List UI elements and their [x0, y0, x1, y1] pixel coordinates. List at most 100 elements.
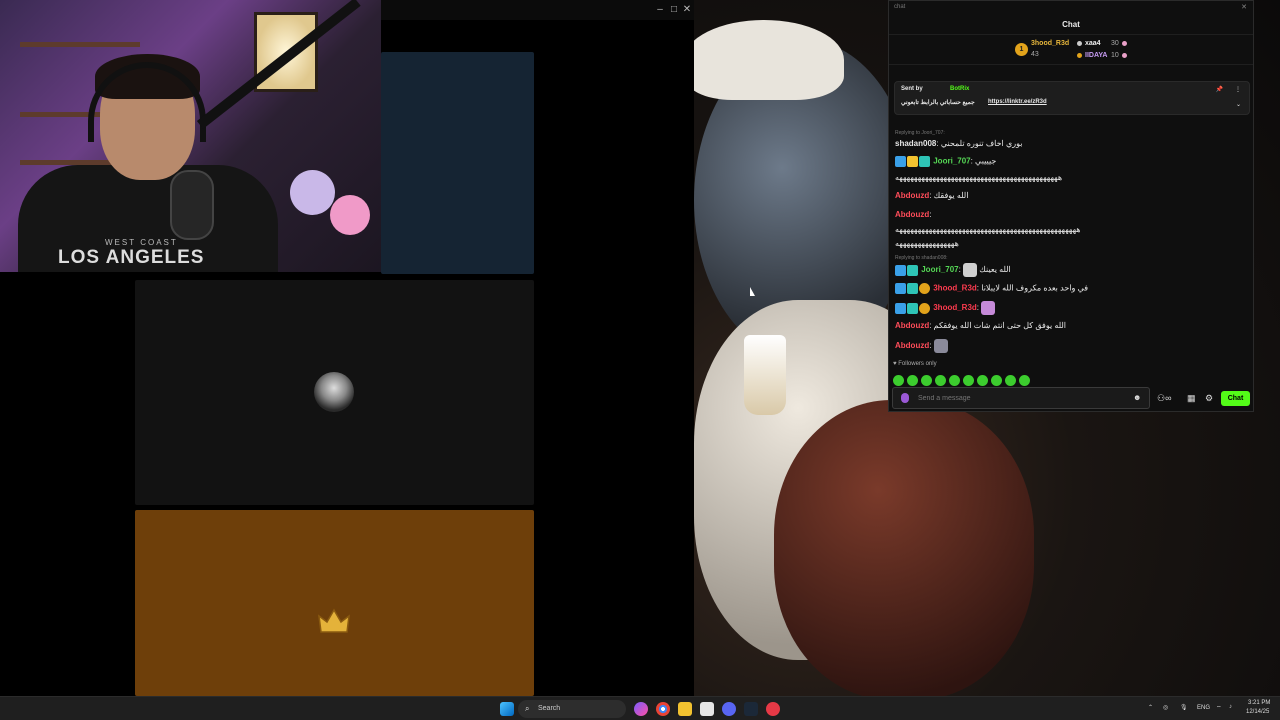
desktop: WEST COAST LOS ANGELES – □ ✕ chat ✕ Chat …: [0, 0, 1280, 720]
users-icon[interactable]: ⚇∞: [1157, 393, 1171, 404]
badge-icon: [895, 283, 906, 294]
chat-leaderboard: 1 3hood_R3d 43 xaa4 30 IIDAYA 10: [889, 35, 1253, 65]
chat-message: هههههههههههههههههههههههههههههههههههههههه…: [895, 225, 1081, 234]
obs-icon[interactable]: [766, 702, 780, 716]
badge-icon: [895, 156, 906, 167]
coin-icon: [1077, 53, 1082, 58]
steam-icon[interactable]: [744, 702, 758, 716]
chat-message-input[interactable]: [892, 387, 1150, 409]
badge-icon: [907, 264, 918, 276]
chat-text: الله يوفقك: [933, 191, 969, 200]
art-coffee-cup: [744, 335, 786, 415]
wifi-icon[interactable]: ⌔: [1216, 704, 1222, 712]
maximize-icon[interactable]: □: [668, 4, 680, 16]
video-tile-user[interactable]: [135, 280, 534, 505]
chat-username[interactable]: 3hood_R3d: [933, 303, 977, 312]
search-icon: ⌕: [525, 704, 530, 713]
pin-sent-by-label: Sent by: [901, 86, 923, 92]
video-tile-crown[interactable]: [135, 510, 534, 696]
chat-message: ههههههههههههههههه: [895, 239, 959, 248]
gear-icon[interactable]: ⚙: [1205, 393, 1213, 404]
emote-icon[interactable]: [907, 375, 918, 387]
microphone-icon[interactable]: [901, 393, 909, 403]
badge-icon: [907, 283, 918, 294]
chat-title: Chat: [889, 15, 1253, 35]
emote-icon[interactable]: [893, 375, 904, 387]
more-icon[interactable]: ⋮: [1235, 86, 1241, 93]
chat-username[interactable]: Abdouzd: [895, 321, 929, 330]
search-label: Search: [538, 705, 561, 712]
send-chat-button[interactable]: Chat: [1221, 391, 1250, 406]
emote-icon[interactable]: [1019, 375, 1030, 387]
badge-icon: [907, 302, 918, 314]
chat-username[interactable]: Joori_707: [921, 265, 958, 274]
chevron-up-icon[interactable]: ⌃: [1148, 704, 1153, 711]
emote-icon[interactable]: [921, 375, 932, 387]
chat-username[interactable]: shadan008: [895, 139, 936, 148]
video-tile-top[interactable]: [381, 52, 534, 274]
microphone: [170, 170, 214, 240]
clock-time[interactable]: 3:21 PM: [1248, 700, 1270, 706]
microphone-icon[interactable]: 🎙: [1180, 704, 1188, 711]
clock-date[interactable]: 12/14/25: [1246, 709, 1269, 715]
badge-icon: [919, 283, 930, 294]
chat-text: الله يعينك: [979, 265, 1011, 275]
chat-username[interactable]: Abdouzd: [895, 210, 929, 219]
discord-icon[interactable]: [722, 702, 736, 716]
folder-icon[interactable]: [678, 702, 692, 716]
leader-name-1[interactable]: 3hood_R3d: [1031, 40, 1069, 47]
chat-message: Joori_707: الله يعينك: [895, 263, 1011, 277]
chat-text: هههههههههههههههههههههههههههههههههههههههه…: [895, 173, 1063, 182]
chat-text: هههههههههههههههههههههههههههههههههههههههه…: [895, 225, 1081, 234]
store-icon[interactable]: ▦: [1187, 393, 1196, 404]
coin-icon: [1122, 53, 1127, 58]
pin-link[interactable]: https://linktr.ee/zR3d: [988, 99, 1047, 105]
pin-sender[interactable]: BotRix: [950, 86, 969, 92]
chat-username[interactable]: Abdouzd: [895, 191, 929, 200]
chat-username[interactable]: 3hood_R3d: [933, 284, 977, 293]
chat-message: Abdouzd: الله يوفقك: [895, 191, 969, 200]
followers-only-label: Followers only: [898, 361, 937, 367]
chat-message: Abdouzd:: [895, 339, 948, 353]
taskbar-search[interactable]: ⌕ Search: [518, 700, 626, 718]
chat-username[interactable]: Abdouzd: [895, 341, 929, 350]
chrome-icon[interactable]: [656, 702, 670, 716]
chat-popout-titlebar: chat ✕: [894, 3, 1247, 11]
emote-icon[interactable]: [963, 375, 974, 387]
emote-icon[interactable]: [935, 375, 946, 387]
volume-icon[interactable]: ♪: [1229, 704, 1232, 710]
store-icon[interactable]: [700, 702, 714, 716]
taskbar: ⌕ Search ⌃ ◎ 🎙 ENG ⌔ ♪ 3:21 PM 12/14/25: [0, 696, 1280, 720]
chat-message: shadan008: بوري اخاف تنوره تلمحني: [895, 139, 1023, 148]
coin-icon: [1122, 41, 1127, 46]
followers-only-notice: ♥ Followers only: [893, 361, 937, 367]
start-button[interactable]: [500, 702, 514, 716]
crown-icon: [318, 608, 350, 633]
gift-icon: [1077, 41, 1082, 46]
close-icon[interactable]: ✕: [1241, 3, 1247, 11]
leader-name-3[interactable]: IIDAYA: [1085, 52, 1107, 59]
chevron-down-icon[interactable]: ⌄: [1236, 101, 1241, 108]
emote-icon[interactable]: [977, 375, 988, 387]
pin-icon[interactable]: 📌: [1216, 86, 1223, 93]
minimize-icon[interactable]: –: [654, 4, 666, 16]
emote-icon[interactable]: [991, 375, 1002, 387]
app-tray-icon[interactable]: ◎: [1163, 704, 1168, 711]
reply-context: Replying to Joori_707:: [895, 130, 945, 136]
pinned-message[interactable]: Sent by BotRix جميع حساباتي بالرابط تابع…: [894, 81, 1250, 115]
emoji-icon[interactable]: ☻: [1133, 393, 1141, 402]
badge-icon: [895, 264, 906, 276]
chat-message: Joori_707: جيييبي: [895, 156, 996, 167]
leader-name-2[interactable]: xaa4: [1085, 40, 1101, 47]
leader-points-1: 43: [1031, 51, 1039, 58]
emote-icon: [963, 263, 978, 277]
call-window-titlebar: – □ ✕: [381, 0, 694, 20]
emote-icon[interactable]: [1005, 375, 1016, 387]
chat-panel: chat ✕ Chat 1 3hood_R3d 43 xaa4 30 IIDAYA…: [888, 0, 1254, 412]
leader-points-2: 30: [1111, 40, 1119, 47]
close-icon[interactable]: ✕: [681, 4, 693, 16]
language-indicator[interactable]: ENG: [1197, 705, 1210, 711]
emote-icon[interactable]: [949, 375, 960, 387]
chat-username[interactable]: Joori_707: [933, 157, 970, 166]
copilot-icon[interactable]: [634, 702, 648, 716]
